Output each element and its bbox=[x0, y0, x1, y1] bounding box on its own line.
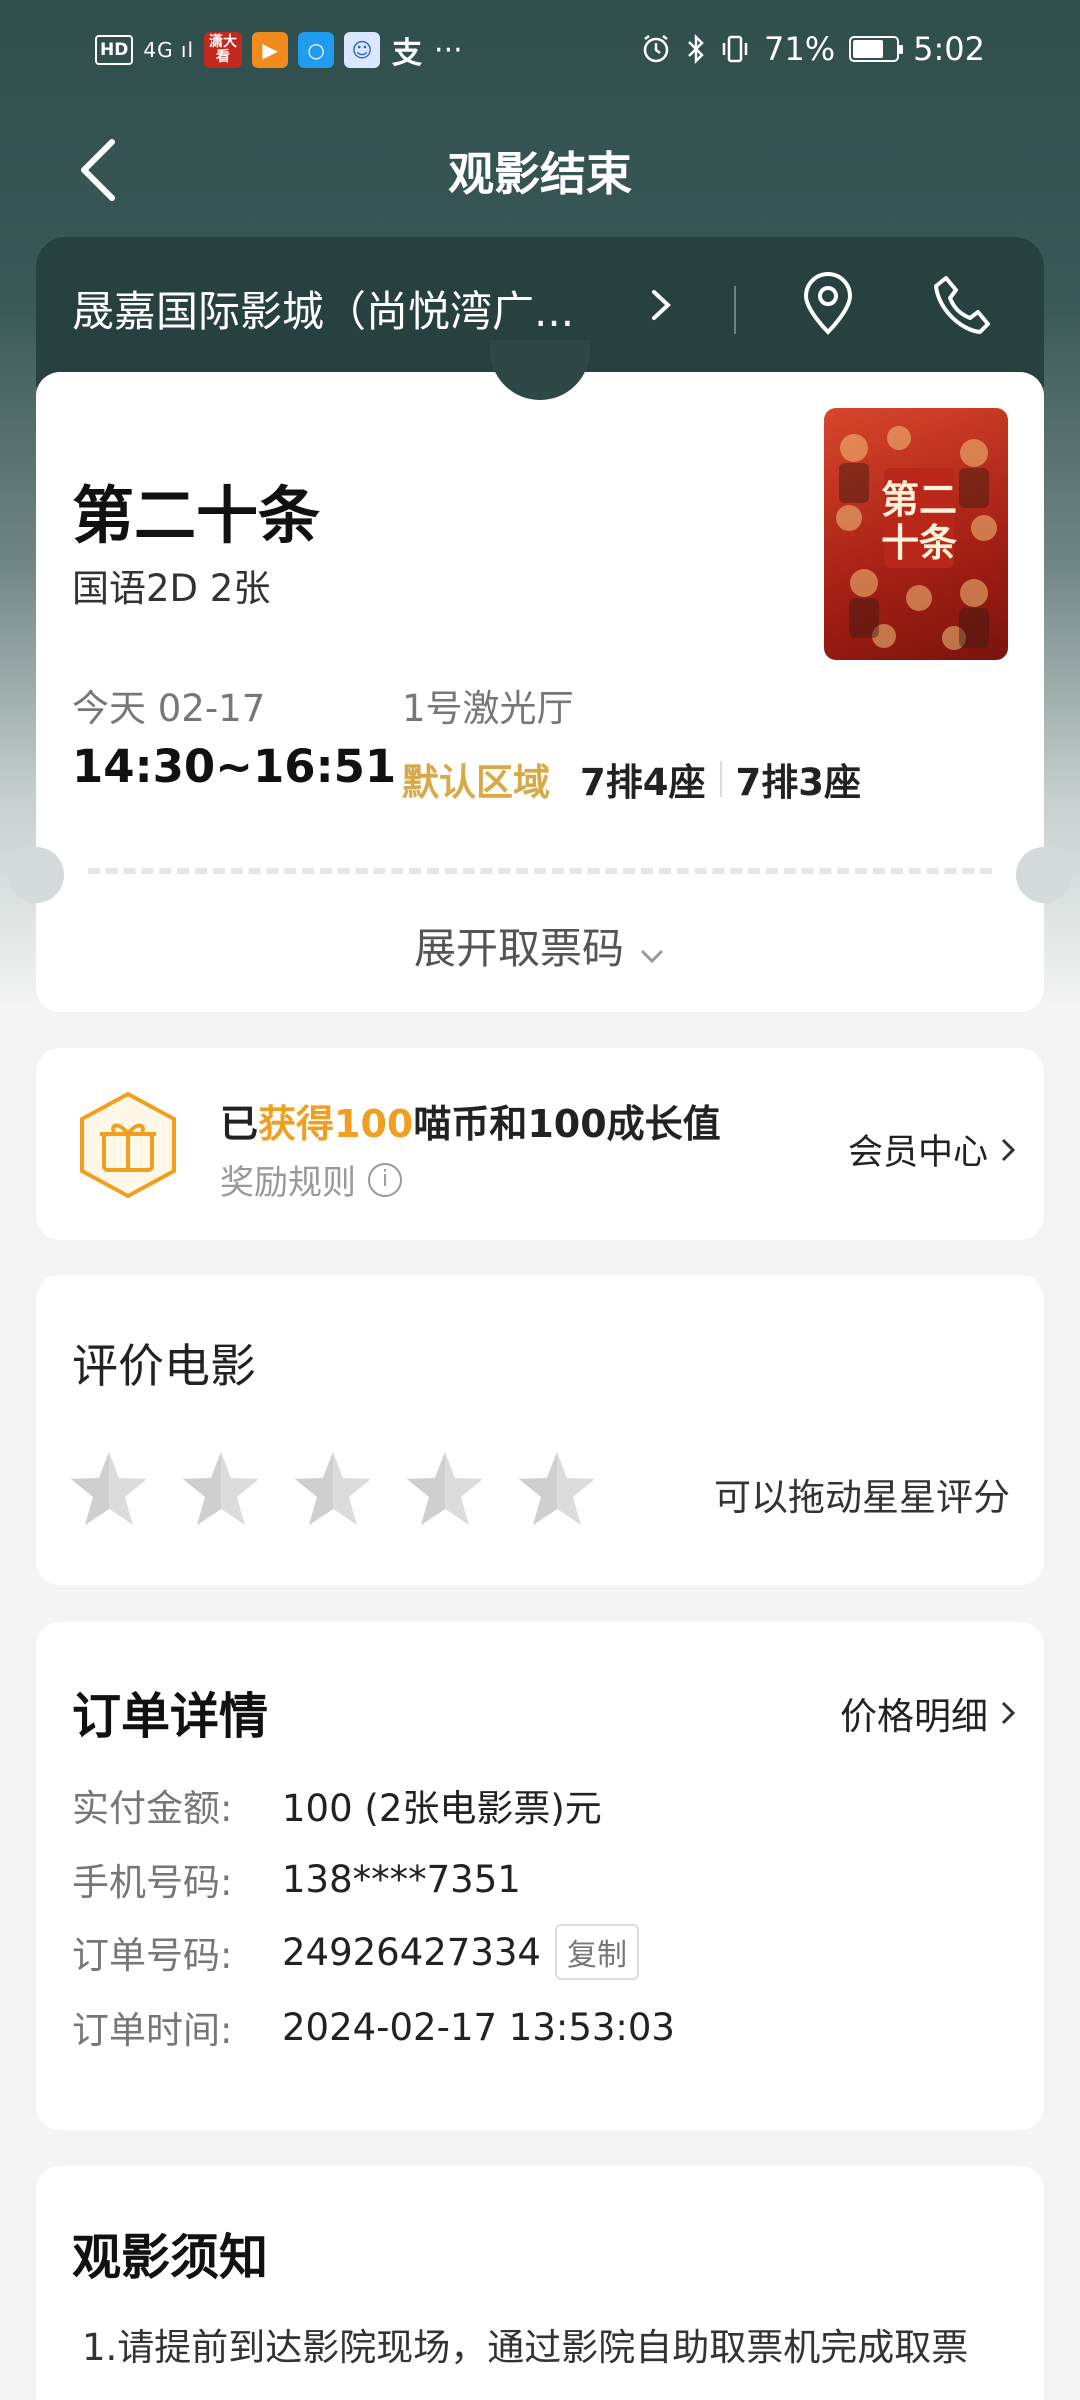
star-rating[interactable] bbox=[68, 1448, 598, 1530]
robot-app-icon: ☺ bbox=[344, 32, 381, 68]
hall-name: 1号激光厅 bbox=[402, 687, 574, 730]
movie-spec: 国语2D 2张 bbox=[72, 567, 271, 610]
alarm-icon bbox=[643, 35, 669, 63]
order-row: 订单时间: 2024-02-17 13:53:03 bbox=[72, 2000, 675, 2054]
rating-card bbox=[36, 1275, 1044, 1585]
phone-icon[interactable] bbox=[930, 272, 992, 336]
copy-button[interactable]: 复制 bbox=[554, 1924, 639, 1980]
rating-hint: 可以拖动星星评分 bbox=[714, 1476, 1010, 1519]
reward-summary: 已获得100喵币和100成长值 bbox=[220, 1093, 721, 1148]
order-value: 24926427334 bbox=[282, 1930, 541, 1974]
chevron-right-icon bbox=[1001, 1138, 1016, 1161]
expand-label: 展开取票码 bbox=[413, 924, 624, 973]
show-date: 今天 02-17 bbox=[72, 687, 266, 730]
expand-ticket-code-button[interactable]: 展开取票码 bbox=[0, 915, 1080, 976]
order-row: 实付金额: 100 (2张电影票)元 bbox=[72, 1778, 602, 1832]
reward-suffix: 喵币和100成长值 bbox=[413, 1102, 721, 1146]
notice-text: 1.请提前到达影院现场，通过影院自助取票机完成取票 bbox=[82, 2326, 969, 2369]
star-icon[interactable] bbox=[516, 1448, 598, 1530]
order-label: 订单号码: bbox=[72, 1934, 233, 1977]
hd-icon: HD bbox=[95, 35, 134, 65]
vibrate-icon bbox=[722, 35, 748, 63]
movie-poster[interactable]: 第二 十条 bbox=[824, 408, 1008, 660]
svg-text:十条: 十条 bbox=[881, 521, 957, 565]
order-value: 100 (2张电影票)元 bbox=[282, 1787, 602, 1830]
info-icon: i bbox=[368, 1162, 402, 1197]
order-title: 订单详情 bbox=[72, 1688, 269, 1745]
show-time: 14:30~16:51 bbox=[72, 740, 397, 793]
cinema-name-link[interactable]: 晟嘉国际影城（尚悦湾广... bbox=[72, 278, 602, 339]
movie-title: 第二十条 bbox=[72, 479, 321, 552]
order-value: 138****7351 bbox=[282, 1857, 521, 1901]
battery-icon bbox=[849, 36, 904, 62]
bluetooth-icon bbox=[688, 33, 704, 65]
rating-title: 评价电影 bbox=[72, 1339, 256, 1393]
signal-icon: 4G ıl bbox=[143, 38, 195, 62]
alipay-icon: 支 bbox=[392, 36, 423, 71]
seat-1: 7排4座 bbox=[580, 761, 706, 804]
ticket-side-notch-right bbox=[1016, 847, 1072, 903]
star-icon[interactable] bbox=[180, 1448, 262, 1530]
order-label: 订单时间: bbox=[72, 2009, 233, 2052]
order-row: 手机号码: 138****7351 bbox=[72, 1852, 521, 1906]
chevron-right-icon[interactable] bbox=[640, 280, 680, 330]
divider bbox=[734, 286, 736, 334]
more-notifications-icon: ··· bbox=[434, 32, 463, 68]
location-pin-icon[interactable] bbox=[800, 272, 856, 336]
battery-percent: 71% bbox=[764, 30, 836, 68]
seat-area: 默认区域 bbox=[402, 761, 550, 804]
chevron-down-icon bbox=[640, 949, 664, 964]
ticket-divider bbox=[88, 868, 992, 874]
price-detail-label: 价格明细 bbox=[840, 1695, 988, 1738]
order-row: 订单号码: 24926427334 复制 bbox=[72, 1924, 639, 1980]
clock: 5:02 bbox=[913, 30, 985, 68]
order-label: 实付金额: bbox=[72, 1787, 233, 1830]
poster-artwork: 第二 十条 bbox=[836, 426, 997, 650]
ticket-side-notch-left bbox=[8, 847, 64, 903]
search-app-icon: ○ bbox=[298, 32, 335, 68]
page-title: 观影结束 bbox=[448, 147, 632, 201]
svg-text:第二: 第二 bbox=[881, 478, 957, 522]
reward-highlight: 获得100 bbox=[258, 1102, 414, 1146]
order-value: 2024-02-17 13:53:03 bbox=[282, 2005, 675, 2049]
notice-title: 观影须知 bbox=[72, 2229, 269, 2286]
seat-info: 默认区域 7排4座 7排3座 bbox=[402, 752, 875, 806]
reward-prefix: 已 bbox=[220, 1102, 259, 1146]
order-label: 手机号码: bbox=[72, 1861, 233, 1904]
star-icon[interactable] bbox=[292, 1448, 374, 1530]
gift-icon bbox=[80, 1091, 176, 1199]
star-icon[interactable] bbox=[68, 1448, 150, 1530]
member-center-link[interactable]: 会员中心 bbox=[848, 1124, 1018, 1175]
reward-rule-link[interactable]: 奖励规则 i bbox=[220, 1155, 402, 1204]
video-app-icon: ▶ bbox=[252, 32, 289, 68]
app-notification-icon: 潇大看 bbox=[204, 32, 243, 68]
price-detail-link[interactable]: 价格明细 bbox=[840, 1686, 1018, 1740]
star-icon[interactable] bbox=[404, 1448, 486, 1530]
chevron-right-icon bbox=[1001, 1701, 1016, 1725]
seat-2: 7排3座 bbox=[735, 761, 862, 804]
member-center-label: 会员中心 bbox=[847, 1133, 988, 1173]
reward-rule-label: 奖励规则 bbox=[220, 1163, 356, 1203]
status-bar: HD 4G ıl 潇大看 ▶ ○ ☺ 支 ··· 71% 5:02 bbox=[0, 0, 1080, 105]
